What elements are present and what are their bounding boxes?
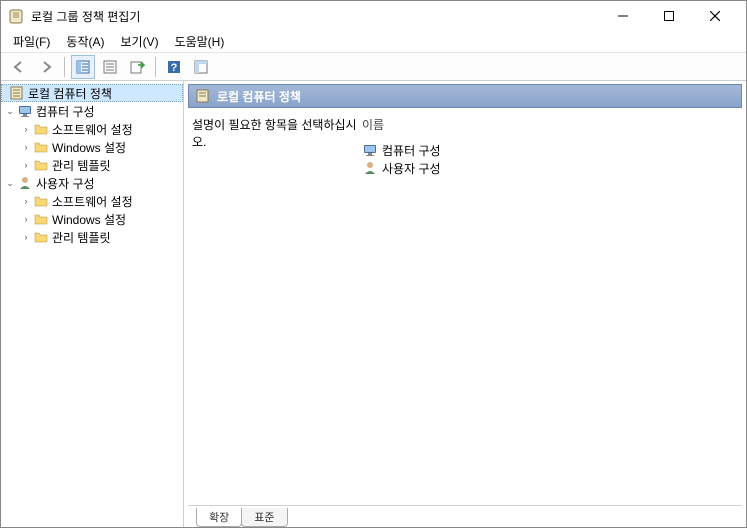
details-header: 로컬 컴퓨터 정책 xyxy=(188,84,742,108)
list-item-label: 컴퓨터 구성 xyxy=(382,142,441,159)
tree-computer-software[interactable]: › 소프트웨어 설정 xyxy=(1,120,183,138)
tree-label: 소프트웨어 설정 xyxy=(52,121,133,138)
folder-icon xyxy=(33,229,49,245)
title-bar: 로컬 그룹 정책 편집기 xyxy=(1,1,746,31)
tab-extended[interactable]: 확장 xyxy=(196,508,242,527)
svg-text:?: ? xyxy=(171,62,178,74)
folder-icon xyxy=(33,121,49,137)
tree-user-windows[interactable]: › Windows 설정 xyxy=(1,210,183,228)
tree-user-admin[interactable]: › 관리 템플릿 xyxy=(1,228,183,246)
menu-view[interactable]: 보기(V) xyxy=(112,31,166,51)
policy-icon xyxy=(195,88,211,104)
tree-user-config[interactable]: ⌄ 사용자 구성 xyxy=(1,174,183,192)
tree-root[interactable]: 로컬 컴퓨터 정책 xyxy=(1,84,183,102)
tree-label: 소프트웨어 설정 xyxy=(52,193,133,210)
maximize-button[interactable] xyxy=(646,1,692,31)
menu-help[interactable]: 도움말(H) xyxy=(167,31,233,51)
menu-file[interactable]: 파일(F) xyxy=(5,31,58,51)
menu-bar: 파일(F) 동작(A) 보기(V) 도움말(H) xyxy=(1,31,746,53)
tree-computer-config[interactable]: ⌄ 컴퓨터 구성 xyxy=(1,102,183,120)
expand-icon[interactable]: › xyxy=(20,213,32,225)
tree-label: 컴퓨터 구성 xyxy=(36,103,95,120)
forward-button[interactable] xyxy=(34,55,58,79)
expand-icon[interactable]: › xyxy=(20,195,32,207)
list-item-label: 사용자 구성 xyxy=(382,160,441,177)
content-area: 로컬 컴퓨터 정책 ⌄ 컴퓨터 구성 › 소프트웨어 설정 › Windows … xyxy=(1,81,746,527)
collapse-icon[interactable]: ⌄ xyxy=(4,177,16,189)
policy-icon xyxy=(9,85,25,101)
close-button[interactable] xyxy=(692,1,738,31)
user-icon xyxy=(17,175,33,191)
folder-icon xyxy=(33,211,49,227)
app-icon xyxy=(9,8,25,24)
window-title: 로컬 그룹 정책 편집기 xyxy=(31,8,600,25)
properties-button[interactable] xyxy=(98,55,122,79)
tree-label: 관리 템플릿 xyxy=(52,229,111,246)
filter-button[interactable] xyxy=(189,55,213,79)
tree-panel: 로컬 컴퓨터 정책 ⌄ 컴퓨터 구성 › 소프트웨어 설정 › Windows … xyxy=(1,81,184,527)
toolbar-separator xyxy=(64,57,65,77)
user-icon xyxy=(362,160,378,176)
tabs-bar: 확장 표준 xyxy=(188,505,742,527)
expand-icon[interactable]: › xyxy=(20,159,32,171)
toolbar: ? xyxy=(1,53,746,81)
details-title: 로컬 컴퓨터 정책 xyxy=(217,88,301,105)
computer-icon xyxy=(17,103,33,119)
tab-standard[interactable]: 표준 xyxy=(241,508,287,527)
back-button[interactable] xyxy=(7,55,31,79)
folder-icon xyxy=(33,157,49,173)
expand-icon[interactable]: › xyxy=(20,141,32,153)
tree-user-software[interactable]: › 소프트웨어 설정 xyxy=(1,192,183,210)
tree-computer-admin[interactable]: › 관리 템플릿 xyxy=(1,156,183,174)
tree-label: Windows 설정 xyxy=(52,139,126,156)
export-button[interactable] xyxy=(125,55,149,79)
tree-label: 로컬 컴퓨터 정책 xyxy=(28,85,112,102)
computer-icon xyxy=(362,142,378,158)
list-item-computer[interactable]: 컴퓨터 구성 xyxy=(362,141,738,159)
list-item-user[interactable]: 사용자 구성 xyxy=(362,159,738,177)
column-header-name[interactable]: 이름 xyxy=(362,116,738,141)
show-tree-button[interactable] xyxy=(71,55,95,79)
folder-icon xyxy=(33,193,49,209)
folder-icon xyxy=(33,139,49,155)
minimize-button[interactable] xyxy=(600,1,646,31)
tree-label: 관리 템플릿 xyxy=(52,157,111,174)
description-text: 설명이 필요한 항목을 선택하십시오. xyxy=(192,118,357,149)
tree-computer-windows[interactable]: › Windows 설정 xyxy=(1,138,183,156)
menu-action[interactable]: 동작(A) xyxy=(58,31,112,51)
tree-label: Windows 설정 xyxy=(52,211,126,228)
tree-label: 사용자 구성 xyxy=(36,175,95,192)
toolbar-separator xyxy=(155,57,156,77)
list-column: 이름 컴퓨터 구성 사용자 구성 xyxy=(362,116,738,499)
help-button[interactable]: ? xyxy=(162,55,186,79)
expand-icon[interactable]: › xyxy=(20,231,32,243)
details-body: 설명이 필요한 항목을 선택하십시오. 이름 컴퓨터 구성 사용자 구성 xyxy=(184,110,746,505)
description-column: 설명이 필요한 항목을 선택하십시오. xyxy=(192,116,362,499)
expand-icon[interactable]: › xyxy=(20,123,32,135)
details-panel: 로컬 컴퓨터 정책 설명이 필요한 항목을 선택하십시오. 이름 컴퓨터 구성 … xyxy=(184,81,746,527)
collapse-icon[interactable]: ⌄ xyxy=(4,105,16,117)
